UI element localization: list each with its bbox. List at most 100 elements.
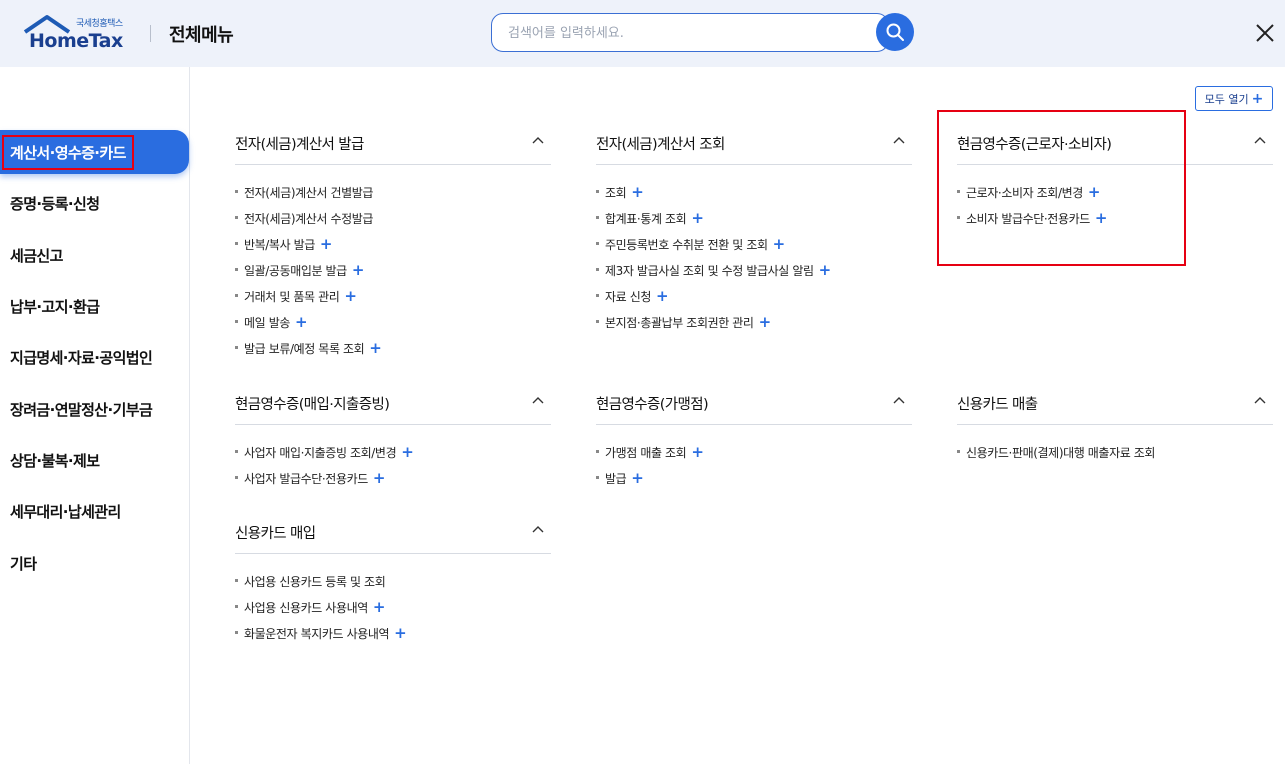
section-title: 현금영수증(근로자·소비자) [957, 137, 1112, 153]
plus-icon[interactable]: + [691, 211, 704, 226]
section-title: 전자(세금)계산서 조회 [596, 137, 725, 153]
menu-item[interactable]: 전자(세금)계산서 수정발급 [235, 210, 551, 236]
menu-item[interactable]: 소비자 발급수단·전용카드 + [957, 210, 1273, 236]
menu-item[interactable]: 본지점·총괄납부 조회권한 관리 + [596, 314, 912, 340]
menu-item[interactable]: 전자(세금)계산서 건별발급 [235, 184, 551, 210]
menu-item[interactable]: 사업자 매입·지출증빙 조회/변경 + [235, 444, 551, 470]
menu-section: 현금영수증(근로자·소비자) 근로자·소비자 조회/변경 + 소비자 발급수단·전… [957, 130, 1273, 236]
menu-section: 신용카드 매출 신용카드·판매(결제)대행 매출자료 조회 [957, 390, 1273, 470]
plus-icon[interactable]: + [631, 185, 644, 200]
section-title: 현금영수증(가맹점) [596, 397, 709, 413]
plus-icon[interactable]: + [369, 341, 382, 356]
section-title: 신용카드 매입 [235, 526, 316, 542]
close-button[interactable] [1254, 22, 1276, 44]
plus-icon[interactable]: + [320, 237, 333, 252]
menu-item[interactable]: 주민등록번호 수취분 전환 및 조회 + [596, 236, 912, 262]
plus-icon[interactable]: + [773, 237, 786, 252]
header-divider [150, 25, 151, 42]
sidebar-item-consultation[interactable]: 상담·불복·제보 [0, 438, 189, 482]
section-header[interactable]: 전자(세금)계산서 발급 [235, 130, 551, 165]
plus-icon[interactable]: + [691, 445, 704, 460]
menu-item[interactable]: 가맹점 매출 조회 + [596, 444, 912, 470]
menu-item[interactable]: 발급 보류/예정 목록 조회 + [235, 340, 551, 366]
plus-icon[interactable]: + [1088, 185, 1101, 200]
menu-item[interactable]: 화물운전자 복지카드 사용내역 + [235, 625, 551, 651]
section-title: 현금영수증(매입·지출증빙) [235, 397, 390, 413]
search-button[interactable] [876, 13, 914, 51]
menu-section: 신용카드 매입 사업용 신용카드 등록 및 조회 사업용 신용카드 사용내역 + … [235, 519, 551, 651]
plus-icon[interactable]: + [819, 263, 832, 278]
header: 국세청홈택스 HomeTax 전체메뉴 [0, 0, 1285, 67]
sidebar-item-incentives-settlement[interactable]: 장려금·연말정산·기부금 [0, 387, 189, 431]
plus-icon[interactable]: + [759, 315, 772, 330]
section-header[interactable]: 현금영수증(매입·지출증빙) [235, 390, 551, 425]
chevron-up-icon [893, 397, 905, 404]
menu-item[interactable]: 조회 + [596, 184, 912, 210]
sidebar-item-certificates[interactable]: 증명·등록·신청 [0, 181, 189, 225]
plus-icon[interactable]: + [394, 626, 407, 641]
menu-item[interactable]: 반복/복사 발급 + [235, 236, 551, 262]
logo-wordmark: HomeTax [29, 30, 123, 52]
close-icon [1256, 24, 1274, 42]
plus-icon[interactable]: + [352, 263, 365, 278]
sidebar-item-label: 납부·고지·환급 [10, 297, 100, 316]
sidebar-item-label: 상담·불복·제보 [10, 451, 100, 470]
plus-icon[interactable]: + [295, 315, 308, 330]
sidebar-item-payment-refund[interactable]: 납부·고지·환급 [0, 284, 189, 328]
plus-icon[interactable]: + [344, 289, 357, 304]
plus-icon[interactable]: + [373, 471, 386, 486]
expand-all-label: 모두 열기 [1204, 92, 1249, 106]
sidebar: 계산서·영수증·카드 증명·등록·신청 세금신고 납부·고지·환급 지급명세·자… [0, 67, 190, 764]
page-title: 전체메뉴 [169, 25, 234, 46]
section-header[interactable]: 현금영수증(가맹점) [596, 390, 912, 425]
hometax-logo[interactable]: 국세청홈택스 HomeTax [23, 14, 133, 52]
expand-all-button[interactable]: 모두 열기 + [1195, 86, 1273, 111]
menu-item[interactable]: 합계표·통계 조회 + [596, 210, 912, 236]
section-title: 전자(세금)계산서 발급 [235, 137, 364, 153]
chevron-up-icon [1254, 397, 1266, 404]
sidebar-item-label: 계산서·영수증·카드 [2, 134, 134, 170]
sidebar-item-receipts-cards[interactable]: 계산서·영수증·카드 [0, 130, 189, 174]
search-input[interactable] [508, 23, 848, 43]
chevron-up-icon [532, 137, 544, 144]
plus-icon[interactable]: + [631, 471, 644, 486]
search-icon [886, 23, 904, 41]
sidebar-item-payment-statements[interactable]: 지급명세·자료·공익법인 [0, 335, 189, 379]
sidebar-item-label: 세무대리·납세관리 [10, 502, 121, 521]
section-title: 신용카드 매출 [957, 397, 1038, 413]
sidebar-item-tax-agent[interactable]: 세무대리·납세관리 [0, 489, 189, 533]
plus-icon[interactable]: + [401, 445, 414, 460]
menu-section: 전자(세금)계산서 조회 조회 + 합계표·통계 조회 + 주민등록번호 수취분 전… [596, 130, 912, 340]
menu-item[interactable]: 일괄/공동매입분 발급 + [235, 262, 551, 288]
section-header[interactable]: 현금영수증(근로자·소비자) [957, 130, 1273, 165]
menu-item[interactable]: 신용카드·판매(결제)대행 매출자료 조회 [957, 444, 1273, 470]
menu-section: 현금영수증(가맹점) 가맹점 매출 조회 + 발급 + [596, 390, 912, 496]
chevron-up-icon [532, 526, 544, 533]
sidebar-item-label: 증명·등록·신청 [10, 194, 100, 213]
section-header[interactable]: 신용카드 매출 [957, 390, 1273, 425]
section-header[interactable]: 신용카드 매입 [235, 519, 551, 554]
menu-item[interactable]: 사업용 신용카드 사용내역 + [235, 599, 551, 625]
sidebar-item-label: 세금신고 [10, 246, 63, 265]
menu-item[interactable]: 거래처 및 품목 관리 + [235, 288, 551, 314]
chevron-up-icon [1254, 137, 1266, 144]
chevron-up-icon [893, 137, 905, 144]
sidebar-item-label: 지급명세·자료·공익법인 [10, 348, 153, 367]
menu-item[interactable]: 근로자·소비자 조회/변경 + [957, 184, 1273, 210]
plus-icon[interactable]: + [1095, 211, 1108, 226]
sidebar-item-tax-filing[interactable]: 세금신고 [0, 233, 189, 277]
sidebar-item-etc[interactable]: 기타 [0, 541, 189, 585]
menu-item[interactable]: 제3자 발급사실 조회 및 수정 발급사실 알림 + [596, 262, 912, 288]
plus-icon[interactable]: + [373, 600, 386, 615]
menu-section: 현금영수증(매입·지출증빙) 사업자 매입·지출증빙 조회/변경 + 사업자 발급… [235, 390, 551, 496]
menu-item[interactable]: 사업용 신용카드 등록 및 조회 [235, 573, 551, 599]
sidebar-item-label: 기타 [10, 554, 37, 573]
section-header[interactable]: 전자(세금)계산서 조회 [596, 130, 912, 165]
menu-item[interactable]: 메일 발송 + [235, 314, 551, 340]
menu-item[interactable]: 사업자 발급수단·전용카드 + [235, 470, 551, 496]
plus-icon[interactable]: + [656, 289, 669, 304]
menu-section: 전자(세금)계산서 발급 전자(세금)계산서 건별발급 전자(세금)계산서 수정… [235, 130, 551, 366]
chevron-up-icon [532, 397, 544, 404]
menu-item[interactable]: 발급 + [596, 470, 912, 496]
menu-item[interactable]: 자료 신청 + [596, 288, 912, 314]
